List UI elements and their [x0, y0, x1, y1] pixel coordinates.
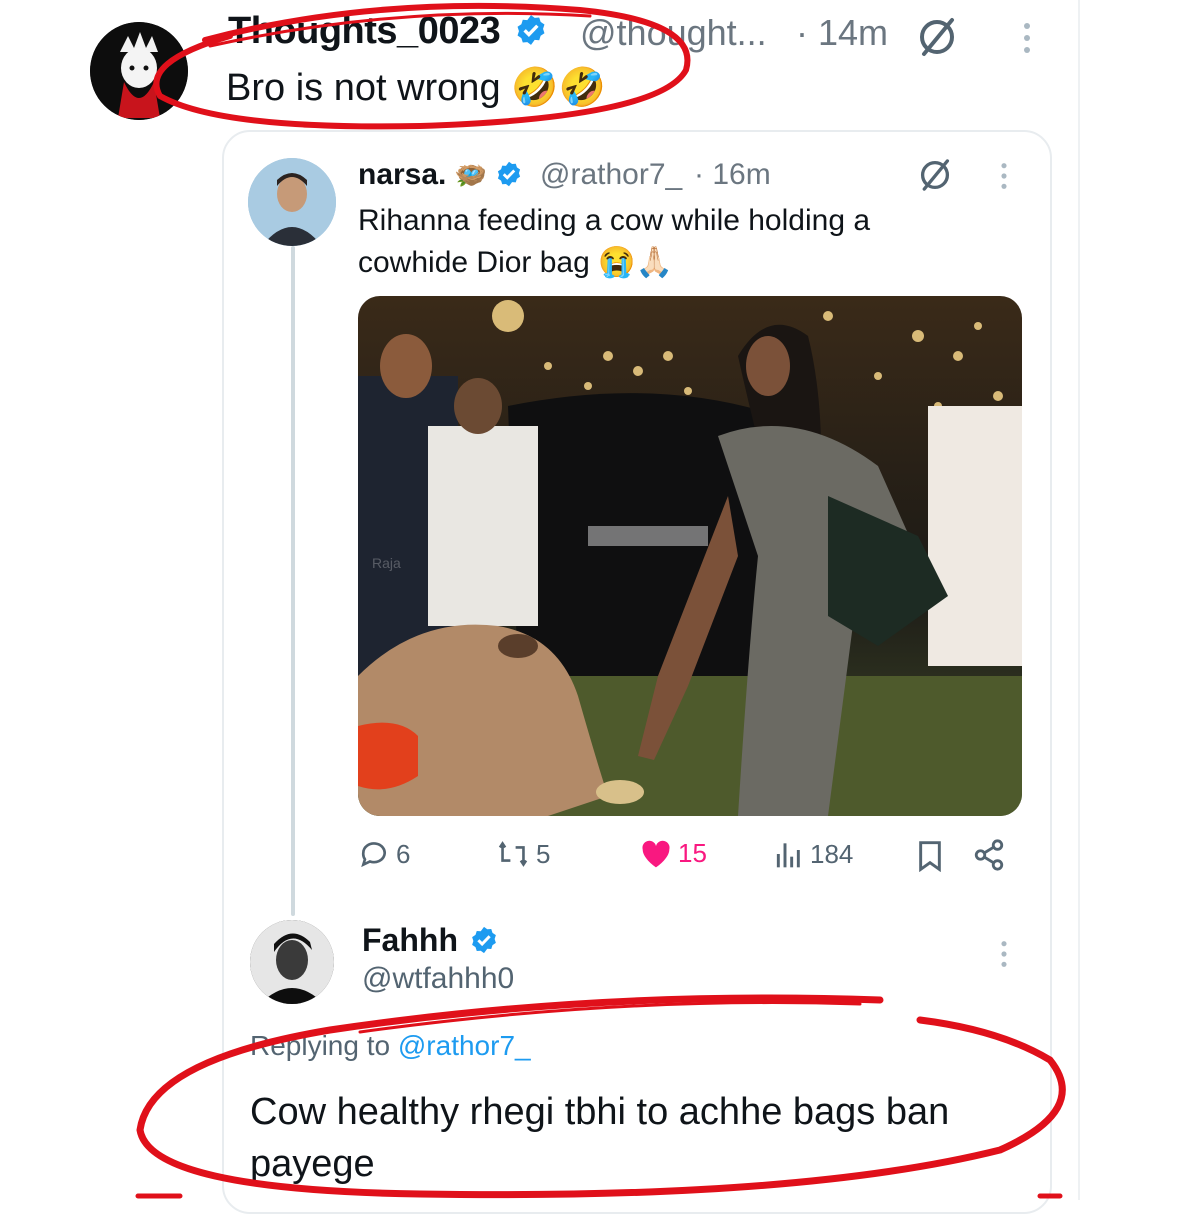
verified-badge-icon [472, 926, 496, 954]
views-icon [776, 843, 800, 868]
more-icon[interactable] [1020, 20, 1034, 61]
thread-connector [291, 246, 295, 916]
column-divider [1078, 0, 1080, 1200]
tweet-photo[interactable]: Raja [358, 296, 1022, 816]
views-button[interactable]: 184 [774, 838, 853, 870]
heart-icon [642, 840, 670, 867]
verified-badge-icon [498, 161, 521, 187]
more-icon[interactable] [998, 160, 1010, 197]
repost-button[interactable]: 5 [496, 838, 550, 870]
more-icon[interactable] [998, 938, 1010, 975]
view-count: 184 [810, 838, 854, 869]
author-name[interactable]: Thoughts_0023 [228, 10, 548, 53]
nest-emoji-icon: 🪺 [454, 160, 488, 190]
photo-watermark: Raja [372, 555, 401, 571]
repost-icon [498, 841, 528, 867]
like-button[interactable]: 15 [640, 838, 707, 869]
tweet-timestamp[interactable]: · 16m [694, 158, 771, 192]
bookmark-icon[interactable] [916, 840, 944, 877]
like-count: 15 [678, 838, 707, 868]
reply-count: 6 [396, 838, 411, 869]
author-handle[interactable]: @thought... [580, 12, 767, 54]
author-handle[interactable]: @rathor7_ [540, 158, 682, 192]
verified-badge-icon [517, 15, 545, 45]
tweet-text: Rihanna feeding a cow while holding a co… [358, 204, 871, 279]
avatar[interactable] [250, 920, 334, 1004]
share-icon[interactable] [972, 838, 1006, 877]
reply-icon [361, 842, 386, 868]
reply-text: Cow healthy rhegi tbhi to achhe bags ban… [250, 1091, 950, 1185]
author-name[interactable]: Fahhh [362, 922, 499, 959]
avatar[interactable] [90, 22, 188, 120]
grok-icon[interactable] [914, 14, 960, 65]
author-name[interactable]: narsa. 🪺 [358, 158, 523, 192]
author-name-text[interactable]: Fahhh [362, 922, 458, 958]
replying-to: Replying to @rathor7_ [250, 1030, 531, 1062]
reply-button[interactable]: 6 [358, 838, 410, 870]
replying-prefix: Replying to [250, 1030, 391, 1061]
replying-mention-link[interactable]: @rathor7_ [398, 1030, 531, 1061]
repost-count: 5 [536, 838, 551, 869]
grok-icon[interactable] [916, 156, 954, 199]
author-handle[interactable]: @wtfahhh0 [362, 962, 514, 996]
tweet-timestamp[interactable]: · 14m [796, 12, 888, 54]
author-name-text[interactable]: narsa. [358, 158, 446, 191]
author-name-text[interactable]: Thoughts_0023 [228, 10, 501, 52]
avatar[interactable] [248, 158, 336, 246]
tweet-text: Bro is not wrong 🤣🤣 [226, 67, 606, 109]
